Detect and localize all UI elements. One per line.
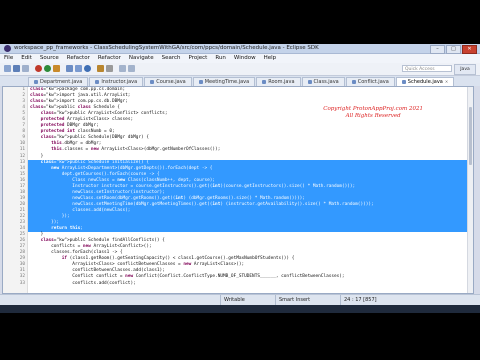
java-file-icon [262, 80, 267, 84]
rights-line: All Rights Reserved [345, 113, 401, 119]
open-type-icon[interactable] [97, 65, 104, 72]
code-text: conflicts.add(conflict); [30, 280, 136, 286]
line-number: 33 [19, 280, 25, 286]
menu-navigate[interactable]: Navigate [125, 54, 158, 63]
java-file-icon [198, 80, 203, 84]
tab-label: Conflict.java [357, 79, 389, 85]
window-controls: – □ ✕ [430, 45, 477, 54]
new-package-icon[interactable] [75, 65, 82, 72]
java-file-icon [351, 80, 356, 84]
menu-project[interactable]: Project [185, 54, 212, 63]
cursor-position: 24 : 17 [857] [340, 295, 380, 305]
debug-icon[interactable] [35, 65, 42, 72]
close-tab-icon[interactable]: ✕ [445, 78, 448, 86]
menu-source[interactable]: Source [36, 54, 63, 63]
menu-refactor[interactable]: Refactor [63, 54, 94, 63]
tab-schedule[interactable]: Schedule.java ✕ [395, 77, 455, 86]
bottom-letterbox [0, 313, 480, 360]
menu-file[interactable]: File [0, 54, 17, 63]
tab-label: Class.java [313, 79, 339, 85]
tab-label: Schedule.java [407, 79, 443, 85]
run-icon[interactable] [44, 65, 51, 72]
tab-conflict[interactable]: Conflict.java [345, 77, 395, 86]
print-icon[interactable] [22, 65, 29, 72]
back-icon[interactable] [119, 65, 126, 72]
menu-run[interactable]: Run [211, 54, 230, 63]
top-letterbox [0, 0, 480, 44]
title-bar: workspace_pp_frameworks - ClassSchedulin… [0, 44, 480, 54]
scrollbar-thumb[interactable] [469, 107, 472, 165]
tab-class[interactable]: Class.java [301, 77, 345, 86]
menu-help[interactable]: Help [260, 54, 281, 63]
editor-tab-bar: Department.java Instructor.java Course.j… [0, 76, 480, 86]
vertical-scrollbar[interactable] [467, 87, 473, 293]
new-java-project-icon[interactable] [66, 65, 73, 72]
menu-refactor-2[interactable]: Refactor [94, 54, 125, 63]
window-title: workspace_pp_frameworks - ClassSchedulin… [14, 45, 319, 51]
java-file-icon [95, 80, 100, 84]
writable-status: Writable [220, 295, 248, 305]
tab-department[interactable]: Department.java [28, 77, 89, 86]
new-class-icon[interactable] [84, 65, 91, 72]
java-file-icon [34, 80, 38, 84]
tab-label: Instructor.java [101, 79, 138, 85]
java-perspective-button[interactable]: Java [454, 64, 476, 75]
tab-room[interactable]: Room.java [256, 77, 301, 86]
maximize-button[interactable]: □ [446, 45, 461, 54]
tab-label: Room.java [268, 79, 295, 85]
search-icon[interactable] [106, 65, 113, 72]
tab-course[interactable]: Course.java [144, 77, 192, 86]
taskbar-strip [0, 305, 480, 313]
java-file-icon [307, 80, 312, 84]
tab-instructor[interactable]: Instructor.java [89, 77, 144, 86]
status-bar: Writable Smart Insert 24 : 17 [857] [0, 294, 480, 305]
copyright-watermark: Copyright ProtonAppProj.com 2021 All Rig… [323, 106, 423, 120]
java-file-icon [401, 80, 406, 84]
eclipse-window: workspace_pp_frameworks - ClassSchedulin… [0, 44, 480, 313]
forward-icon[interactable] [128, 65, 135, 72]
menu-bar: File Edit Source Refactor Refactor Navig… [0, 54, 480, 63]
java-file-icon [150, 80, 155, 84]
close-button[interactable]: ✕ [462, 45, 477, 54]
code-line[interactable]: 33 conflicts.add(conflict); [20, 280, 468, 287]
menu-window[interactable]: Window [230, 54, 260, 63]
external-tools-icon[interactable] [53, 65, 60, 72]
minimize-button[interactable]: – [430, 45, 445, 54]
code-editor[interactable]: 1 class="kw">package com.pp.cs.domain; 2 cl… [2, 86, 474, 294]
quick-access-input[interactable]: Quick Access [402, 65, 452, 72]
tab-label: MeetingTime.java [204, 79, 250, 85]
copyright-line: Copyright ProtonAppProj.com 2021 [323, 106, 423, 112]
tab-meeting-time[interactable]: MeetingTime.java [192, 77, 256, 86]
eclipse-logo-icon [4, 45, 11, 52]
tab-label: Department.java [40, 79, 83, 85]
insert-mode-status: Smart Insert [275, 295, 313, 305]
save-icon[interactable] [13, 65, 20, 72]
new-icon[interactable] [4, 65, 11, 72]
toolbar: Quick Access Java [0, 63, 480, 76]
menu-search[interactable]: Search [158, 54, 185, 63]
tab-label: Course.java [156, 79, 186, 85]
menu-edit[interactable]: Edit [17, 54, 36, 63]
